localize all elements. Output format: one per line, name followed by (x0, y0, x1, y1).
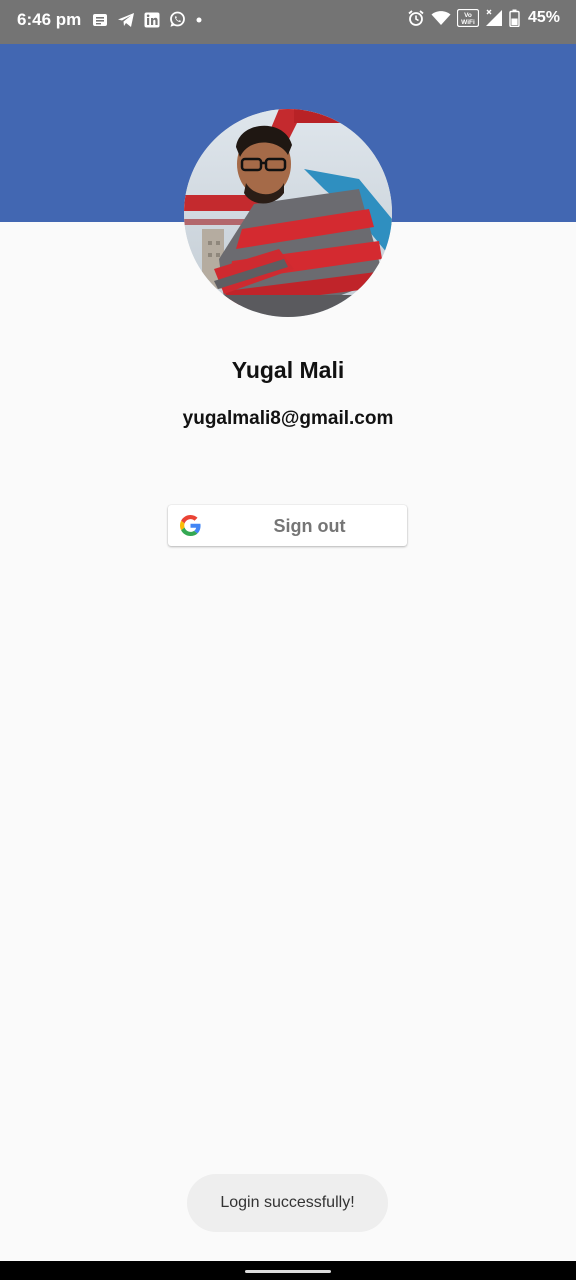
status-left-icons (92, 11, 203, 28)
status-bar: 6:46 pm Vo WiFi 45% (0, 0, 576, 44)
user-email: yugalmali8@gmail.com (182, 408, 394, 429)
battery-percentage: 45% (527, 9, 560, 26)
battery-icon (509, 9, 520, 27)
navigation-bar (0, 1261, 576, 1280)
avatar (184, 109, 392, 317)
message-icon (93, 13, 107, 26)
toast-message: Login successfully! (220, 1194, 355, 1211)
wifi-icon (431, 11, 451, 25)
svg-text:Vo: Vo (464, 12, 472, 19)
notification-dot-icon (196, 17, 202, 22)
volte-icon: Vo WiFi (456, 9, 479, 27)
google-g-icon (180, 515, 201, 536)
signal-icon (485, 9, 502, 26)
linkedin-icon (144, 12, 160, 27)
whatsapp-icon (170, 11, 185, 27)
user-name: Yugal Mali (231, 357, 345, 383)
alarm-icon (408, 10, 424, 26)
sign-out-label: Sign out (273, 516, 346, 536)
home-gesture-handle[interactable] (245, 1270, 331, 1273)
status-time: 6:46 pm (17, 10, 82, 29)
telegram-icon (118, 12, 134, 27)
login-toast: Login successfully! (187, 1174, 388, 1232)
sign-out-button[interactable]: Sign out (168, 505, 407, 546)
status-right-icons: Vo WiFi 45% (407, 9, 560, 27)
svg-text:WiFi: WiFi (461, 19, 475, 26)
